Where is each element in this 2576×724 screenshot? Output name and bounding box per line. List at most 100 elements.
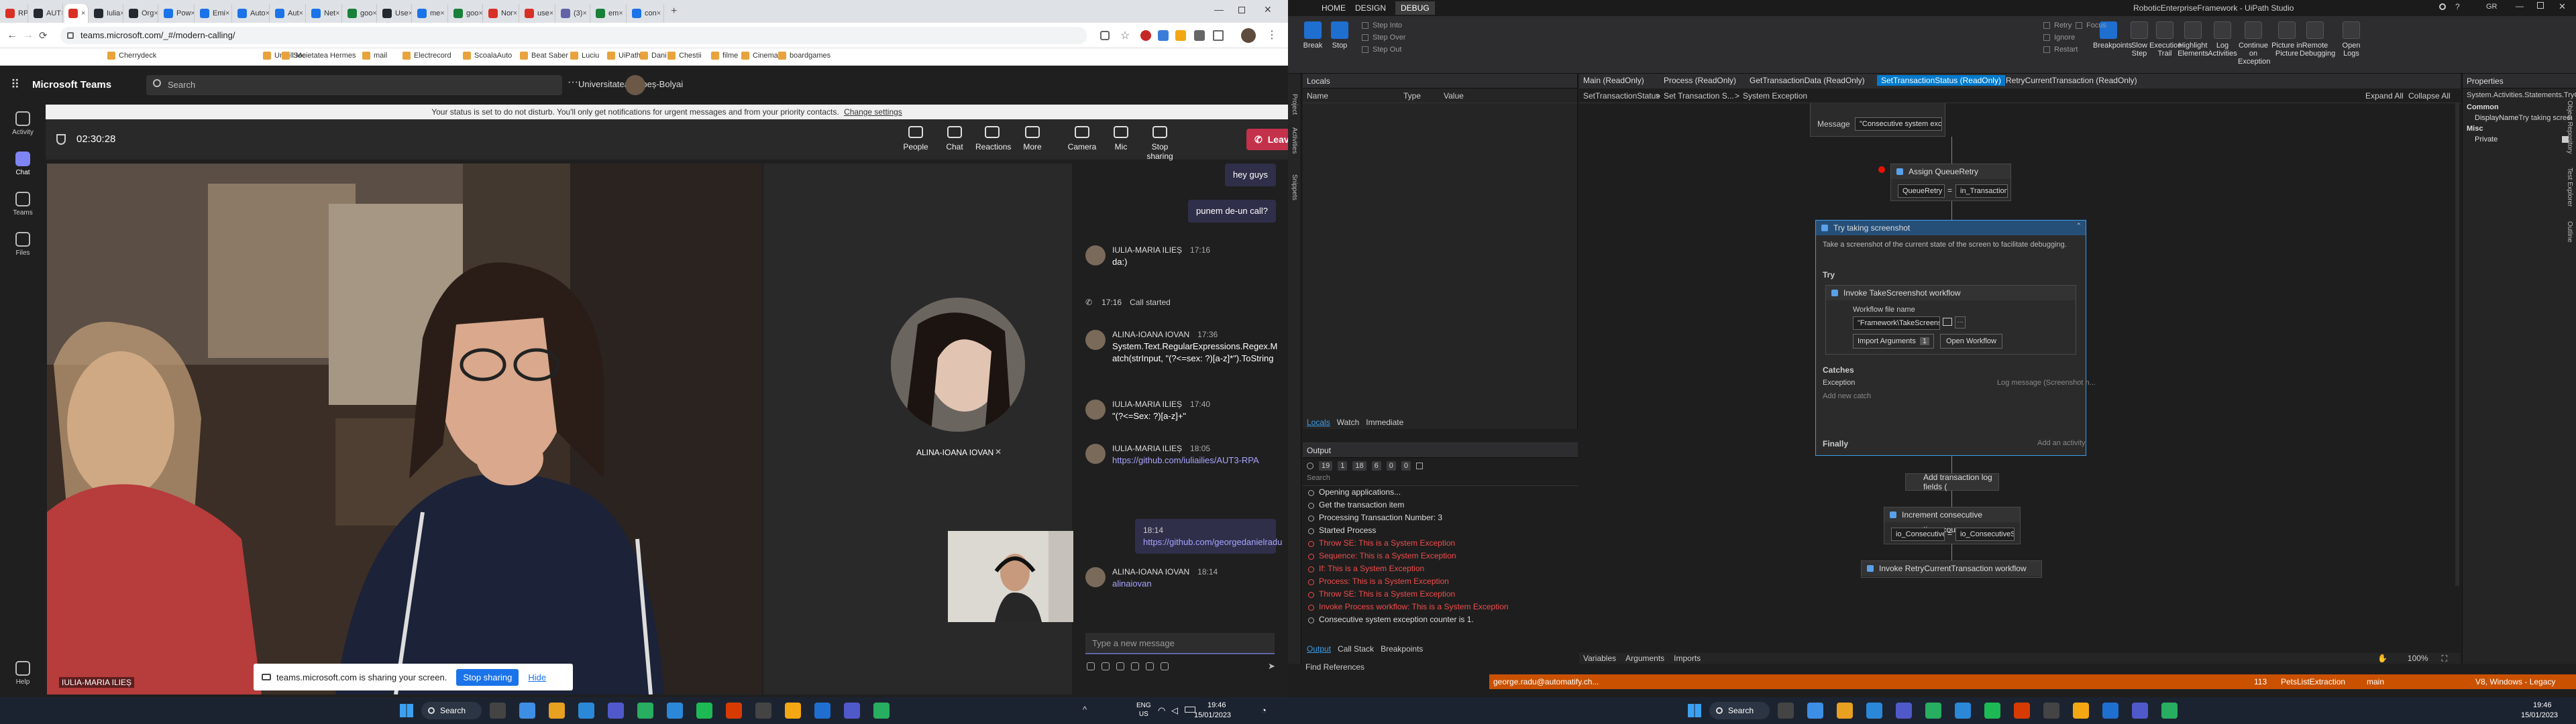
ribbon-step-over-button[interactable]: Step Over	[1362, 34, 1406, 42]
taskbar-app-icon[interactable]	[1778, 703, 1794, 719]
gif-icon[interactable]	[1131, 662, 1139, 670]
chat-message[interactable]: IULIA-MARIA ILIEȘ 18:05 https://github.com…	[1085, 442, 1280, 467]
collapse-icon[interactable]: ⌃	[2076, 223, 2082, 230]
taskbar-app-icon[interactable]	[1866, 703, 1882, 719]
tab-call-stack[interactable]: Call Stack	[1338, 644, 1374, 654]
collapse-all-link[interactable]: Collapse All	[2408, 91, 2451, 101]
prop-private[interactable]: Private	[2463, 134, 2576, 145]
bookmark[interactable]: Dani	[640, 52, 667, 60]
pan-icon[interactable]: ✋	[2377, 654, 2387, 663]
output-filter-toggle[interactable]: 0	[1386, 461, 1396, 471]
browser-tab[interactable]: Iulia×	[90, 4, 123, 23]
window-close-icon[interactable]: ✕	[1264, 4, 1272, 15]
document-tab[interactable]: GetTransactionData (ReadOnly)	[1750, 76, 1865, 85]
puzzle-icon[interactable]	[1194, 30, 1205, 41]
invoke-retry-activity[interactable]: Invoke RetryCurrentTransaction workflow	[1861, 560, 2042, 578]
lock-icon[interactable]	[67, 32, 74, 39]
speaker-icon[interactable]: ◁	[1171, 705, 1178, 716]
increment-value-field[interactable]: io_ConsecutiveSys	[1955, 528, 2015, 541]
clock-time-2[interactable]: 19:46	[2533, 701, 2552, 709]
ribbon-execution-trail-button[interactable]: Execution Trail	[2149, 21, 2182, 58]
tab-locals[interactable]: Locals	[1307, 418, 1330, 427]
ribbon-focus-button[interactable]: Focus	[2076, 21, 2106, 29]
share-icon[interactable]	[1100, 31, 1110, 40]
col-value[interactable]: Value	[1444, 91, 1511, 101]
close-tab-icon[interactable]: ×	[478, 9, 482, 17]
chat-message-own[interactable]: hey guys	[1224, 164, 1276, 186]
taskbar-app-icon[interactable]	[873, 703, 890, 719]
output-line[interactable]: If: This is a System Exception	[1303, 562, 1578, 575]
output-filter-toggle[interactable]: 6	[1371, 461, 1381, 471]
browser-tab[interactable]: me ×	[413, 4, 448, 23]
props-misc-section[interactable]: Misc	[2463, 123, 2576, 134]
browser-tab[interactable]: Aut ×	[271, 4, 306, 23]
more-icon[interactable]: ···	[568, 76, 578, 88]
app-launcher-icon[interactable]: ⠿	[11, 78, 19, 92]
taskbar-app-icon[interactable]	[2132, 703, 2148, 719]
tab-breakpoints[interactable]: Breakpoints	[1381, 644, 1423, 654]
dock-outline[interactable]: Outline	[2566, 221, 2573, 243]
add-log-fields-activity[interactable]: Add transaction log fields (	[1905, 473, 1999, 491]
close-tab-icon[interactable]: ×	[657, 9, 661, 17]
ribbon-continue-on-exception-button[interactable]: Continue on Exception	[2238, 21, 2270, 66]
find-references-link[interactable]: Find References	[1305, 662, 1364, 672]
taskbar-app-icon[interactable]	[1807, 703, 1823, 719]
dock-snippets[interactable]: Snippets	[1291, 174, 1298, 200]
open-workflow-button[interactable]: Open Workflow	[1940, 334, 2002, 349]
window-maximize-icon[interactable]	[1238, 7, 1245, 13]
taskbar-app-icon[interactable]	[696, 703, 712, 719]
notification-bell-icon[interactable]: ◔	[1261, 705, 1267, 715]
windows-start-icon[interactable]	[400, 704, 413, 717]
taskbar-app-icon[interactable]	[1925, 703, 1941, 719]
close-tab-icon[interactable]: ×	[619, 9, 623, 17]
bookmark[interactable]: Societatea Hermes	[282, 52, 356, 60]
tab-output[interactable]: Output	[1307, 644, 1331, 654]
crumb-2[interactable]: Set Transaction S...	[1664, 91, 1734, 101]
close-tab-icon[interactable]: ×	[372, 9, 376, 17]
ribbon-tab-debug[interactable]: DEBUG	[1395, 1, 1435, 15]
prop-displayname[interactable]: DisplayName Try taking screenshot	[2463, 113, 2576, 123]
assign-to-field[interactable]: QueueRetry	[1898, 184, 1945, 198]
chat-message[interactable]: ALINA-IOANA IOVAN 17:36 System.Text.Regula…	[1085, 328, 1280, 365]
status-user[interactable]: george.radu@automatify.ch...	[1493, 677, 1599, 686]
browser-tab[interactable]: em ×	[592, 4, 627, 23]
close-tab-icon[interactable]: ×	[582, 9, 586, 17]
extension-icon-1[interactable]	[1140, 30, 1151, 41]
back-icon[interactable]: ←	[7, 29, 17, 42]
change-settings-link[interactable]: Change settings	[844, 107, 902, 117]
star-icon[interactable]: ☆	[1120, 29, 1130, 42]
chat-message[interactable]: ALINA-IOANA IOVAN 18:14 alinaiovan	[1085, 566, 1280, 590]
user-initials[interactable]: GR	[2486, 3, 2498, 11]
clock-time[interactable]: 19:46	[1208, 701, 1226, 709]
output-search[interactable]: Search	[1303, 474, 1578, 486]
new-tab-icon[interactable]: +	[671, 5, 677, 17]
message-field[interactable]: "Consecutive system exception counter is	[1855, 117, 1942, 131]
document-tab[interactable]: Main (ReadOnly)	[1583, 76, 1644, 85]
output-line[interactable]: Process: This is a System Exception	[1303, 575, 1578, 588]
try-catch-activity[interactable]: Try taking screenshot ⌃ Take a screensho…	[1815, 220, 2096, 456]
taskbar-app-icon[interactable]	[578, 703, 594, 719]
extension-icon-2[interactable]	[1158, 30, 1169, 41]
tab-watch[interactable]: Watch	[1337, 418, 1360, 427]
bookmark[interactable]: Luciu	[570, 52, 599, 60]
output-line[interactable]: Invoke Process workflow: This is a Syste…	[1303, 601, 1578, 613]
log-message-hint[interactable]: Log message (Screenshot n...	[1997, 379, 2096, 387]
format-icon[interactable]	[1087, 662, 1095, 670]
output-filter-toggle[interactable]: 19	[1319, 461, 1333, 471]
close-tab-icon[interactable]: ×	[409, 9, 411, 17]
window-minimize-icon[interactable]: —	[1214, 4, 1224, 15]
taskbar-app-icon[interactable]	[726, 703, 742, 719]
output-line[interactable]: Throw SE: This is a System Exception	[1303, 537, 1578, 550]
user-avatar[interactable]	[625, 75, 645, 95]
fit-icon[interactable]: ⛶	[2442, 654, 2447, 664]
output-filter-toggle[interactable]: 18	[1352, 461, 1366, 471]
taskbar-app-icon[interactable]	[549, 703, 565, 719]
more-icon-2[interactable]	[1161, 662, 1169, 670]
output-line[interactable]: Throw SE: This is a System Exception	[1303, 588, 1578, 601]
designer-scrollbar[interactable]	[2455, 103, 2459, 586]
ribbon-tab-design[interactable]: DESIGN	[1355, 3, 1386, 13]
taskbar-app-icon[interactable]	[785, 703, 801, 719]
browser-tab[interactable]: Pow×	[160, 4, 195, 23]
assign-value-field[interactable]: in_TransactionItem	[1955, 184, 2008, 198]
add-activity-hint[interactable]: Add an activity	[2037, 439, 2086, 447]
